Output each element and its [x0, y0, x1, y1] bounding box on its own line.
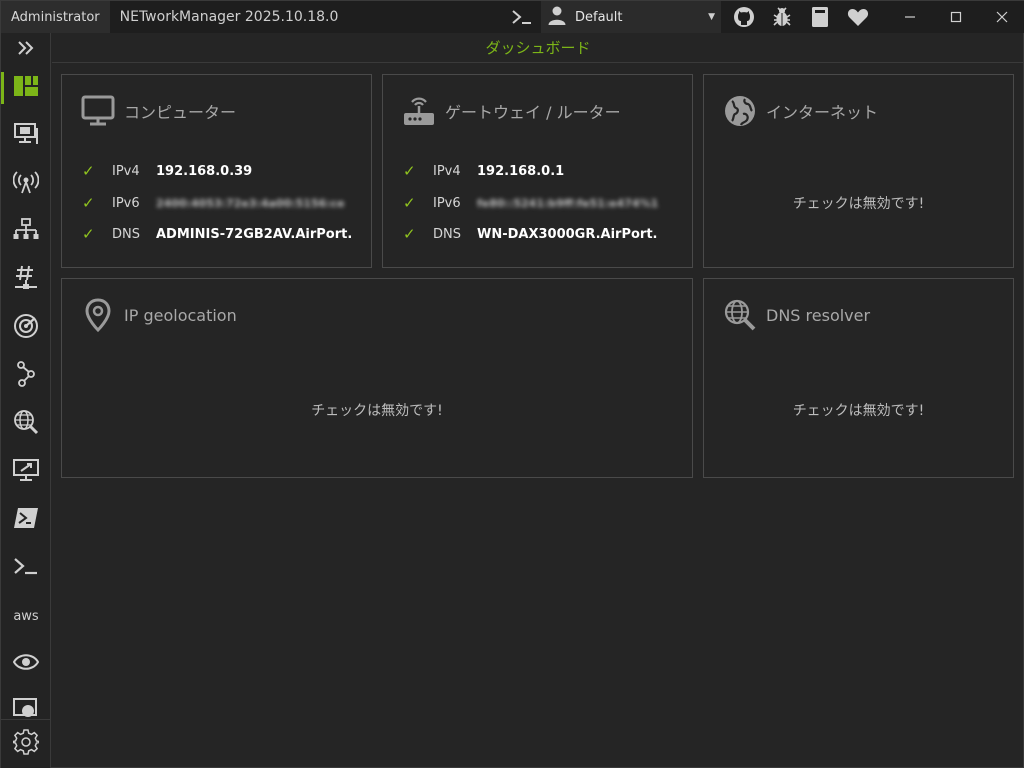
terminal-icon — [13, 556, 39, 580]
github-icon[interactable] — [725, 1, 763, 33]
check-icon: ✓ — [82, 194, 95, 212]
router-icon — [401, 93, 437, 129]
sidebar-divider — [1, 719, 51, 720]
computer-card-title: コンピューター — [124, 103, 237, 122]
sidebar-item-settings[interactable] — [1, 722, 51, 766]
gateway-ipv6-row: ✓ IPv6 fe80::5241:b9ff:fe51:e474%1 — [403, 194, 667, 212]
sidebar-item-remote-desktop[interactable] — [1, 450, 51, 494]
dashboard-icon — [13, 75, 39, 101]
computer-ipv6-value: 2400:4053:72e3:4a00:5156:ce — [156, 196, 345, 210]
computer-dns-value: ADMINIS-72GB2AV.AirPort. — [156, 226, 353, 242]
sidebar-item-port-scanner[interactable] — [1, 306, 51, 350]
sidebar-item-subnet-calculator[interactable] — [1, 258, 51, 302]
computer-ipv4-label: IPv4 — [112, 163, 140, 179]
computer-ipv4-row: ✓ IPv4 192.168.0.39 — [82, 162, 252, 180]
network-scan-icon — [13, 218, 39, 246]
sidebar-item-dns-lookup[interactable] — [1, 402, 51, 446]
close-button[interactable] — [979, 1, 1024, 33]
sidebar-item-ip-scanner[interactable] — [1, 210, 51, 254]
profile-select-value: Default — [575, 9, 623, 25]
gateway-ipv4-row: ✓ IPv4 192.168.0.1 — [403, 162, 564, 180]
sidebar-item-wifi[interactable] — [1, 162, 51, 206]
check-icon: ✓ — [82, 225, 95, 243]
sidebar-item-web-console[interactable] — [1, 642, 51, 686]
computer-ipv6-row: ✓ IPv6 2400:4053:72e3:4a00:5156:ce — [82, 194, 346, 212]
dns-resolver-card-header: DNS resolver — [722, 297, 870, 333]
gateway-ipv6-label: IPv6 — [433, 195, 461, 211]
page-header: ダッシュボード — [52, 33, 1024, 63]
check-icon: ✓ — [403, 162, 416, 180]
computer-card: コンピューター ✓ IPv4 192.168.0.39 ✓ IPv6 2400:… — [61, 74, 372, 268]
administrator-badge: Administrator — [1, 1, 110, 33]
dns-resolver-card: DNS resolver チェックは無効です! — [703, 278, 1014, 478]
sidebar-item-dashboard[interactable] — [1, 66, 51, 110]
internet-card: インターネット チェックは無効です! — [703, 74, 1014, 268]
gateway-dns-row: ✓ DNS WN-DAX3000GR.AirPort. — [403, 225, 657, 243]
internet-disabled-message: チェックは無効です! — [792, 196, 925, 212]
chevrons-right-icon[interactable] — [1, 33, 51, 63]
internet-card-title: インターネット — [766, 103, 879, 122]
administrator-label: Administrator — [11, 9, 100, 25]
remote-desktop-icon — [13, 458, 39, 486]
maximize-button[interactable] — [933, 1, 979, 33]
map-pin-icon — [80, 297, 116, 333]
sidebar-item-aws[interactable]: aws — [1, 594, 51, 638]
book-icon[interactable] — [801, 1, 839, 33]
ip-geolocation-card-title: IP geolocation — [124, 305, 237, 325]
network-interface-icon — [13, 122, 39, 150]
gateway-ipv6-value: fe80::5241:b9ff:fe51:e474%1 — [477, 196, 659, 210]
page-title: ダッシュボード — [485, 39, 591, 57]
profile-select[interactable]: Default ▼ — [541, 1, 721, 33]
check-icon: ✓ — [403, 194, 416, 212]
chevron-down-icon: ▼ — [708, 12, 715, 22]
radar-icon — [13, 313, 39, 343]
hash-network-icon — [13, 265, 39, 295]
monitor-icon — [80, 93, 116, 129]
aws-icon: aws — [13, 608, 39, 624]
sidebar-item-powershell[interactable] — [1, 498, 51, 542]
title-bar: Administrator NETworkManager 2025.10.18.… — [1, 1, 1024, 33]
route-icon — [14, 361, 38, 391]
sidebar-item-snmp[interactable] — [1, 690, 51, 718]
heart-icon[interactable] — [839, 1, 877, 33]
gateway-card-header: ゲートウェイ / ルーター — [401, 93, 621, 129]
antenna-icon — [12, 170, 40, 198]
ip-geolocation-card: IP geolocation チェックは無効です! — [61, 278, 693, 478]
ip-geolocation-card-header: IP geolocation — [80, 297, 237, 333]
computer-ipv4-value: 192.168.0.39 — [156, 163, 253, 179]
gateway-dns-value: WN-DAX3000GR.AirPort. — [477, 226, 658, 242]
dns-resolver-card-title: DNS resolver — [766, 305, 871, 325]
gateway-dns-label: DNS — [433, 226, 461, 242]
gear-icon — [12, 729, 40, 759]
powershell-icon — [13, 507, 39, 533]
bug-icon[interactable] — [763, 1, 801, 33]
computer-dns-row: ✓ DNS ADMINIS-72GB2AV.AirPort. — [82, 225, 352, 243]
computer-dns-label: DNS — [112, 226, 140, 242]
ip-geolocation-disabled-message: チェックは無効です! — [311, 403, 443, 419]
sidebar-item-network-interface[interactable] — [1, 114, 51, 158]
sidebar-item-traceroute[interactable] — [1, 354, 51, 398]
globe-search-icon — [722, 297, 758, 333]
sidebar: aws — [1, 33, 51, 768]
sidebar-item-putty[interactable] — [1, 546, 51, 590]
eye-icon — [12, 653, 40, 675]
app-title: NETworkManager 2025.10.18.0 — [119, 9, 339, 25]
gateway-ipv4-label: IPv4 — [433, 163, 461, 179]
user-icon — [547, 5, 567, 29]
gateway-card-title: ゲートウェイ / ルーター — [445, 103, 621, 122]
check-icon: ✓ — [82, 162, 95, 180]
dns-resolver-disabled-message: チェックは無効です! — [792, 403, 925, 419]
minimize-button[interactable] — [887, 1, 933, 33]
check-icon: ✓ — [403, 225, 416, 243]
computer-card-header: コンピューター — [80, 93, 236, 129]
internet-card-header: インターネット — [722, 93, 878, 129]
computer-ipv6-label: IPv6 — [112, 195, 140, 211]
gateway-card: ゲートウェイ / ルーター ✓ IPv4 192.168.0.1 ✓ IPv6 … — [382, 74, 693, 268]
globe-icon — [722, 93, 758, 129]
globe-search-icon — [13, 409, 39, 439]
monitor-globe-icon — [13, 698, 39, 718]
gateway-ipv4-value: 192.168.0.1 — [477, 163, 565, 179]
terminal-icon[interactable] — [503, 1, 541, 33]
